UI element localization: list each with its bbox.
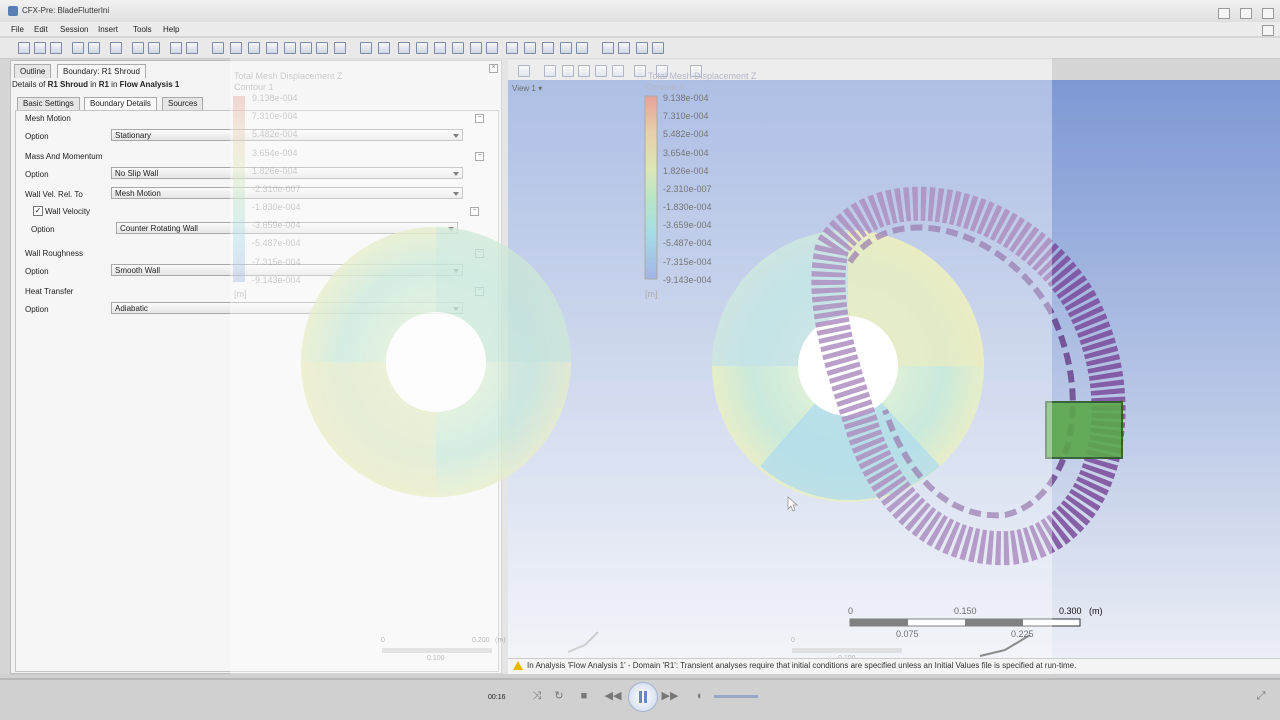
stop-icon[interactable]: ■ xyxy=(578,689,590,703)
legend-value: 1.826e-004 xyxy=(663,166,709,176)
legend-color-bar xyxy=(644,95,658,280)
legend-unit: [m] xyxy=(645,289,658,299)
ghost-legend-value: -7.315e-004 xyxy=(252,257,301,267)
scale-label: 0.075 xyxy=(896,629,919,639)
legend-value: 9.138e-004 xyxy=(663,93,709,103)
ghost-scale-label: 0.100 xyxy=(427,655,445,662)
video-player-bar: 00:16 ⤨ ↻ ■ ◀◀ ▶▶ ◖ ⤢ xyxy=(0,674,1280,720)
scale-bar-segment-3 xyxy=(965,619,1023,626)
ghost-scale-bar-2 xyxy=(792,648,902,653)
ghost-legend-subtitle: Contour 1 xyxy=(234,82,274,92)
blade-passage-highlight xyxy=(1045,401,1123,459)
mouse-cursor-icon xyxy=(787,496,799,512)
ghost-legend-value: 7.310e-004 xyxy=(252,111,298,121)
ghost-legend-value: 5.482e-004 xyxy=(252,129,298,139)
legend-value: -9.143e-004 xyxy=(663,275,712,285)
legend-value: 7.310e-004 xyxy=(663,111,709,121)
scale-label: 0 xyxy=(848,606,854,616)
fullscreen-icon[interactable]: ⤢ xyxy=(1254,689,1268,703)
ghost-blade-disc xyxy=(301,227,571,497)
legend-value: -3.659e-004 xyxy=(663,220,712,230)
legend-value: 3.654e-004 xyxy=(663,148,709,158)
ghost-legend-value: -1.830e-004 xyxy=(252,202,301,212)
scale-label: 0.300 xyxy=(1059,606,1082,616)
legend-subtitle: Contour 1 xyxy=(645,82,685,92)
scale-label: 0.150 xyxy=(954,606,977,616)
ghost-scale-label: 0.200 xyxy=(472,637,490,644)
legend-value: 5.482e-004 xyxy=(663,129,709,139)
ghost-legend-value: -5.487e-004 xyxy=(252,238,301,248)
ghost-legend-value: 9.138e-004 xyxy=(252,93,298,103)
ghost-legend-title: Total Mesh Displacement Z xyxy=(234,71,343,81)
fast-forward-icon[interactable]: ▶▶ xyxy=(661,689,679,703)
ghost-scale-label: 0 xyxy=(381,637,385,644)
scene-graphics xyxy=(233,95,1126,657)
ghost-legend-value: -2.310e-007 xyxy=(252,184,301,194)
legend-title: Total Mesh Displacement Z xyxy=(648,71,757,81)
ghost-legend-unit: [m] xyxy=(234,289,247,299)
rewind-icon[interactable]: ◀◀ xyxy=(604,689,622,703)
scale-label: 0.225 xyxy=(1011,629,1034,639)
legend-value: -7.315e-004 xyxy=(663,257,712,267)
ghost-scale-label: 0 xyxy=(791,637,795,644)
repeat-icon[interactable]: ↻ xyxy=(552,689,566,703)
ghost-legend-value: -9.143e-004 xyxy=(252,275,301,285)
warning-icon xyxy=(513,661,523,670)
shuffle-icon[interactable]: ⤨ xyxy=(530,689,544,703)
scale-unit: (m) xyxy=(1089,606,1103,616)
ghost-axes-triad-icon xyxy=(567,631,599,653)
pause-button[interactable] xyxy=(628,682,658,712)
volume-slider[interactable] xyxy=(714,695,758,698)
ghost-scale-unit: (m) xyxy=(495,637,506,644)
ghost-legend-value: 3.654e-004 xyxy=(252,148,298,158)
legend-value: -1.830e-004 xyxy=(663,202,712,212)
ghost-legend-value: 1.826e-004 xyxy=(252,166,298,176)
playback-time: 00:16 xyxy=(488,694,506,701)
legend-value: -2.310e-007 xyxy=(663,184,712,194)
ghost-legend-value: -3.659e-004 xyxy=(252,220,301,230)
volume-icon[interactable]: ◖ xyxy=(692,689,706,703)
status-bar: In Analysis 'Flow Analysis 1' - Domain '… xyxy=(508,658,1280,673)
status-message: In Analysis 'Flow Analysis 1' - Domain '… xyxy=(527,661,1077,670)
legend-value: -5.487e-004 xyxy=(663,238,712,248)
ghost-legend-bar xyxy=(233,96,245,282)
ghost-scale-bar xyxy=(382,648,492,653)
scale-bar-segment-1 xyxy=(850,619,908,626)
seek-bar[interactable] xyxy=(0,678,1280,680)
